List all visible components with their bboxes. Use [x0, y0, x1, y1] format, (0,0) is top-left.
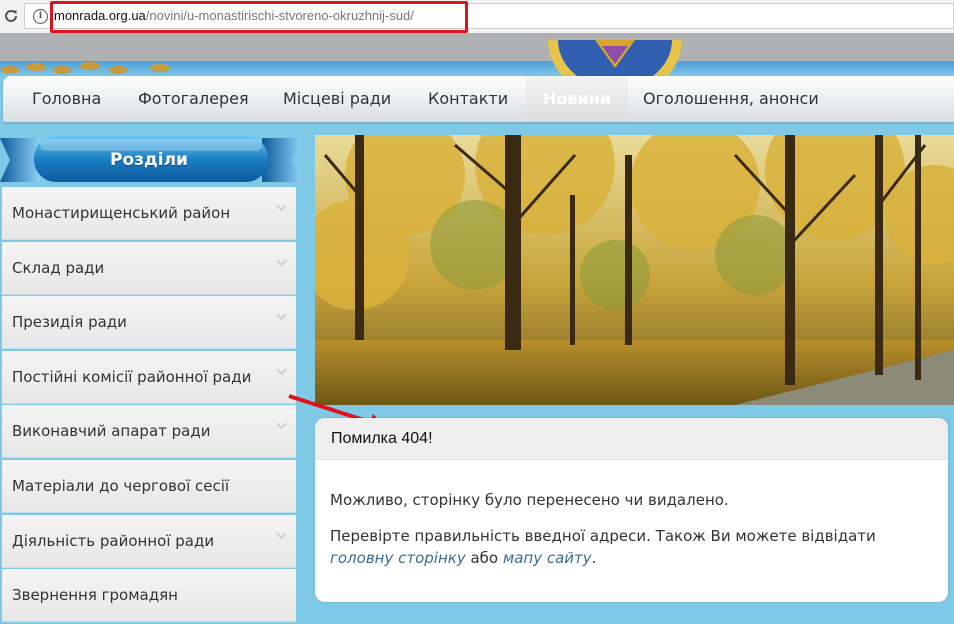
error-hint-end: .	[591, 549, 597, 567]
nav-item-local-councils[interactable]: Місцеві ради	[283, 76, 391, 122]
nav-item-news[interactable]: Новини	[526, 76, 628, 122]
home-page-link[interactable]: головну сторінку	[330, 549, 466, 567]
chevron-down-icon	[276, 368, 287, 376]
error-hint-conjunction: або	[465, 549, 503, 567]
error-card: Помилка 404! Можливо, сторінку було пере…	[315, 418, 948, 602]
sidebar-item-label: Матеріали до чергової сесії	[12, 476, 230, 495]
sidebar-item-council-activity[interactable]: Діяльність районної ради	[2, 514, 296, 568]
sidebar-item-citizen-appeals[interactable]: Звернення громадян	[2, 569, 296, 623]
error-hint-text: Перевірте правильність введної адреси. Т…	[330, 527, 876, 545]
chevron-down-icon	[276, 204, 287, 212]
sidebar-item-executive-office[interactable]: Виконавчий апарат ради	[2, 405, 296, 459]
chevron-down-icon	[276, 313, 287, 321]
error-message: Можливо, сторінку було перенесено чи вид…	[330, 491, 729, 509]
page-top-strip	[0, 33, 954, 61]
sidebar-item-district[interactable]: Монастирищенський район	[2, 187, 296, 240]
sidebar-item-session-materials[interactable]: Матеріали до чергової сесії	[2, 459, 296, 513]
wheat-decoration-icon	[1, 62, 170, 74]
sidebar-item-label: Діяльність районної ради	[12, 531, 215, 550]
sidebar-item-council-composition[interactable]: Склад ради	[2, 241, 296, 295]
nav-item-home[interactable]: Головна	[32, 76, 101, 122]
sidebar-item-label: Звернення громадян	[12, 586, 178, 605]
error-title: Помилка 404!	[315, 418, 948, 460]
sidebar-item-label: Постійні комісії районної ради	[12, 367, 252, 386]
sidebar-item-label: Монастирищенський район	[12, 204, 231, 222]
chevron-down-icon	[276, 531, 287, 540]
main-nav: Головна Фотогалерея Місцеві ради Контакт…	[3, 76, 954, 122]
error-body: Можливо, сторінку було перенесено чи вид…	[315, 460, 948, 569]
autumn-forest-photo	[315, 135, 954, 405]
sitemap-link[interactable]: мапу сайту	[503, 549, 592, 567]
error-hint: Перевірте правильність введної адреси. Т…	[330, 525, 932, 569]
sidebar-item-label: Президія ради	[12, 313, 127, 332]
nav-item-photogallery[interactable]: Фотогалерея	[138, 76, 249, 122]
url-highlight-annotation	[50, 1, 468, 33]
nav-item-announcements[interactable]: Оголошення, анонси	[643, 76, 819, 122]
browser-toolbar: i monrada.org.ua/novini/u-monastirischi-…	[0, 0, 954, 34]
sidebar-item-label: Склад ради	[12, 258, 105, 277]
info-icon[interactable]: i	[33, 9, 48, 24]
sidebar-menu: Монастирищенський район Склад ради Прези…	[2, 187, 296, 624]
chevron-down-icon	[276, 258, 287, 267]
reload-icon[interactable]	[2, 7, 20, 25]
sidebar-item-label: Виконавчий апарат ради	[12, 422, 211, 441]
sidebar-item-standing-commissions[interactable]: Постійні комісії районної ради	[2, 350, 296, 404]
nav-item-contacts[interactable]: Контакти	[428, 76, 508, 122]
sidebar-title: Розділи	[110, 150, 188, 170]
sidebar-item-presidium[interactable]: Президія ради	[2, 296, 296, 350]
